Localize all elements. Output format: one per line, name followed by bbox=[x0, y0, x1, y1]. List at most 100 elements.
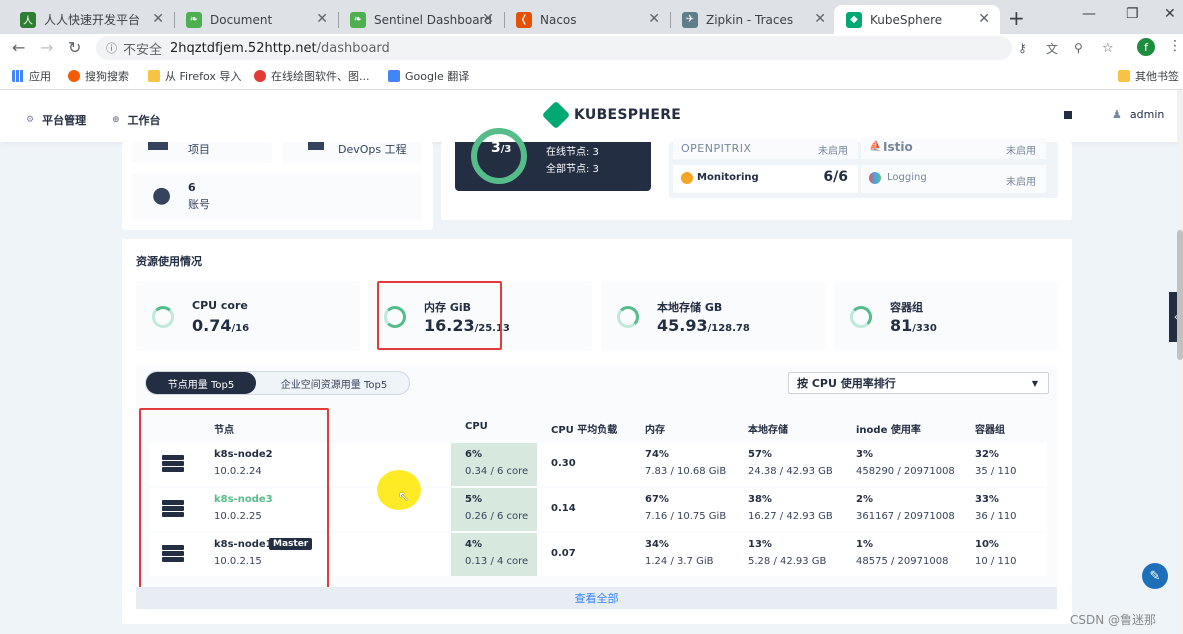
key-icon[interactable]: ⚷ bbox=[1018, 41, 1027, 55]
cpu-pct: 5% bbox=[465, 494, 482, 505]
storage-pct: 57% bbox=[748, 449, 772, 460]
account-tile[interactable]: ● 6 账号 bbox=[132, 173, 422, 220]
zoom-icon[interactable]: ⚲ bbox=[1074, 41, 1083, 55]
bookmark-firefox[interactable]: 从 Firefox 导入 bbox=[148, 68, 241, 84]
inode-detail: 361167 / 20971008 bbox=[856, 511, 955, 522]
nav-workbench[interactable]: ⊕ 工作台 bbox=[112, 112, 161, 128]
leaf-icon: ❧ bbox=[350, 11, 366, 28]
close-icon[interactable]: ✕ bbox=[648, 11, 660, 27]
pods-detail: 10 / 110 bbox=[975, 556, 1017, 567]
forward-icon[interactable]: → bbox=[40, 38, 53, 57]
url-input[interactable]: ⓘ 不安全 2hqztdfjem.52http.net/dashboard ⚷ … bbox=[96, 36, 1114, 60]
storage-pct: 38% bbox=[748, 494, 772, 505]
scrollbar-thumb[interactable] bbox=[1177, 230, 1183, 360]
component-logging[interactable]: Logging 未启用 bbox=[861, 165, 1046, 193]
pods-tile[interactable]: 容器组 81/330 bbox=[834, 281, 1057, 351]
browser-tab-active[interactable]: ◆ KubeSphere ✕ bbox=[834, 5, 1000, 34]
browser-tab-4[interactable]: ❬ Nacos ✕ bbox=[504, 5, 670, 34]
new-tab-button[interactable]: + bbox=[1008, 6, 1025, 30]
tab-node-top5[interactable]: 节点用量 Top5 bbox=[146, 372, 256, 394]
project-tile[interactable]: 项目 bbox=[132, 142, 272, 163]
component-istio[interactable]: ⛵ Istio 未启用 bbox=[861, 138, 1046, 159]
browser-tab-3[interactable]: ❧ Sentinel Dashboard ✕ bbox=[338, 5, 504, 34]
leaf-icon: ❧ bbox=[186, 11, 202, 28]
bookmark-other[interactable]: 其他书签 bbox=[1118, 68, 1179, 84]
inode-pct: 1% bbox=[856, 539, 873, 550]
bookmark-apps[interactable]: 应用 bbox=[12, 68, 51, 84]
user-menu[interactable]: ♟ admin bbox=[1112, 108, 1164, 121]
gear-icon: ⚙ bbox=[26, 115, 35, 125]
storage-detail: 24.38 / 42.93 GB bbox=[748, 466, 833, 477]
cpu-detail: 0.13 / 4 core bbox=[465, 556, 529, 567]
nodes-card[interactable]: 3/3 在线节点: 3 全部节点: 3 bbox=[455, 128, 651, 191]
back-icon[interactable]: ← bbox=[12, 38, 25, 57]
browser-tab-2[interactable]: ❧ Document ✕ bbox=[174, 5, 338, 34]
close-window-icon[interactable]: ✕ bbox=[1164, 6, 1176, 22]
bookmark-label: Google 翻译 bbox=[405, 70, 470, 83]
info-icon[interactable]: ⓘ bbox=[106, 40, 117, 56]
devops-tile[interactable]: DevOps 工程 bbox=[282, 142, 422, 163]
component-name: OPENPITRIX bbox=[681, 142, 752, 155]
chevron-down-icon: ▼ bbox=[1031, 378, 1038, 388]
bookmark-drawing[interactable]: 在线绘图软件、图... bbox=[254, 68, 370, 84]
memory-pct: 74% bbox=[645, 449, 669, 460]
column-header-memory[interactable]: 内存 bbox=[645, 421, 665, 436]
profile-avatar[interactable]: f bbox=[1137, 38, 1155, 56]
column-header-storage[interactable]: 本地存储 bbox=[748, 421, 788, 436]
pods-ring bbox=[850, 306, 872, 328]
devops-icon bbox=[308, 142, 324, 150]
close-icon[interactable]: ✕ bbox=[978, 11, 990, 27]
component-status: 未启用 bbox=[1006, 177, 1036, 188]
close-icon[interactable]: ✕ bbox=[814, 11, 826, 27]
component-monitoring[interactable]: Monitoring 6/6 bbox=[673, 165, 858, 193]
highlight-box-nodes bbox=[139, 408, 329, 598]
component-openpitrix[interactable]: OPENPITRIX 未启用 bbox=[673, 138, 858, 159]
tile-total: /16 bbox=[231, 323, 250, 334]
column-header-cpu[interactable]: CPU bbox=[465, 421, 488, 432]
menu-icon[interactable]: ⋮ bbox=[1168, 38, 1182, 54]
close-icon[interactable]: ✕ bbox=[482, 11, 494, 27]
close-icon[interactable]: ✕ bbox=[152, 11, 164, 27]
storage-tile[interactable]: 本地存储 GB 45.93/128.78 bbox=[601, 281, 825, 351]
bookmark-label: 搜狗搜索 bbox=[85, 70, 129, 83]
bookmark-sogou[interactable]: 搜狗搜索 bbox=[68, 68, 129, 84]
scrollbar[interactable] bbox=[1177, 90, 1183, 634]
project-label: 项目 bbox=[188, 143, 210, 156]
cpu-cell-highlight bbox=[451, 533, 537, 576]
reload-icon[interactable]: ↻ bbox=[68, 38, 81, 57]
view-all-link[interactable]: 查看全部 bbox=[136, 587, 1057, 609]
component-status: 未启用 bbox=[1006, 146, 1036, 157]
maximize-icon[interactable]: ❐ bbox=[1126, 6, 1139, 22]
bookmark-translate[interactable]: Google 翻译 bbox=[388, 68, 469, 84]
minimize-icon[interactable]: — bbox=[1082, 6, 1096, 22]
bookmark-label: 在线绘图软件、图... bbox=[271, 70, 370, 83]
logo-text: KUBESPHERE bbox=[574, 107, 682, 123]
help-tool-icon[interactable]: ✎ bbox=[1142, 563, 1168, 589]
column-header-load[interactable]: CPU 平均负载 bbox=[551, 421, 617, 436]
kubectl-icon[interactable] bbox=[1064, 111, 1072, 119]
nodes-total: /3 bbox=[500, 144, 512, 155]
sort-select[interactable]: 按 CPU 使用率排行 ▼ bbox=[788, 372, 1049, 394]
google-translate-icon bbox=[388, 70, 400, 82]
sogou-icon bbox=[68, 70, 80, 82]
translate-icon[interactable]: 文 bbox=[1046, 40, 1058, 57]
browser-tab-5[interactable]: ✈ Zipkin - Traces ✕ bbox=[670, 5, 836, 34]
cpu-tile[interactable]: CPU core 0.74/16 bbox=[136, 281, 360, 351]
cursor-pointer-icon: ↖ bbox=[398, 489, 410, 505]
tab-title: Nacos bbox=[540, 12, 577, 27]
column-header-inode[interactable]: inode 使用率 bbox=[856, 421, 921, 436]
browser-tab-1[interactable]: 人人人快速开发平台 ✕ bbox=[8, 5, 174, 34]
column-header-pods[interactable]: 容器组 bbox=[975, 421, 1005, 436]
close-icon[interactable]: ✕ bbox=[316, 11, 328, 27]
kubesphere-logo[interactable]: KUBESPHERE bbox=[541, 100, 682, 130]
nodes-ring bbox=[471, 128, 527, 184]
cpu-pct: 4% bbox=[465, 539, 482, 550]
nav-platform[interactable]: ⚙ 平台管理 bbox=[26, 112, 86, 128]
tab-workspace-top5[interactable]: 企业空间资源用量 Top5 bbox=[262, 372, 406, 394]
kubesphere-icon: ◆ bbox=[846, 11, 862, 28]
highlight-box-memory bbox=[377, 281, 502, 350]
tab-title: Document bbox=[210, 12, 273, 27]
user-icon: ● bbox=[152, 183, 172, 208]
cpu-detail: 0.26 / 6 core bbox=[465, 511, 529, 522]
star-icon[interactable]: ☆ bbox=[1102, 41, 1114, 56]
